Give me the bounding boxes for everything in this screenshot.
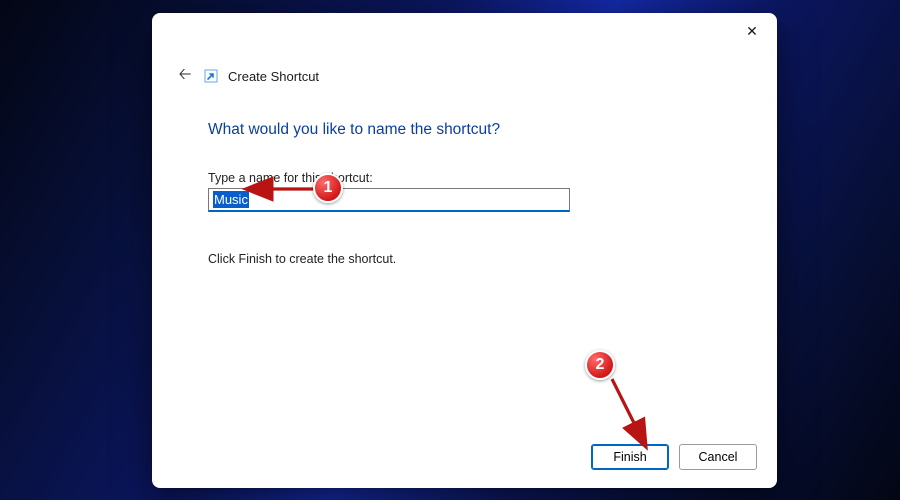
shortcut-name-value: Music [213, 191, 249, 208]
back-button[interactable]: 🡠 [174, 65, 196, 87]
shortcut-icon [204, 69, 218, 83]
create-shortcut-dialog: ✕ 🡠 Create Shortcut What would you like … [152, 13, 777, 488]
dialog-buttons: Finish Cancel [152, 430, 777, 488]
dialog-header: 🡠 Create Shortcut [152, 53, 777, 87]
close-icon: ✕ [746, 24, 758, 38]
finish-button-label: Finish [613, 450, 646, 464]
finish-button[interactable]: Finish [591, 444, 669, 470]
cancel-button[interactable]: Cancel [679, 444, 757, 470]
cancel-button-label: Cancel [699, 450, 738, 464]
page-heading: What would you like to name the shortcut… [208, 121, 721, 139]
arrow-left-icon: 🡠 [179, 63, 192, 90]
finish-instruction: Click Finish to create the shortcut. [208, 252, 721, 266]
dialog-title: Create Shortcut [228, 69, 319, 84]
close-button[interactable]: ✕ [729, 15, 775, 47]
dialog-content: What would you like to name the shortcut… [152, 87, 777, 430]
shortcut-name-input[interactable]: Music [208, 188, 570, 212]
dialog-titlebar: ✕ [152, 13, 777, 53]
shortcut-name-label: Type a name for this shortcut: [208, 171, 721, 185]
